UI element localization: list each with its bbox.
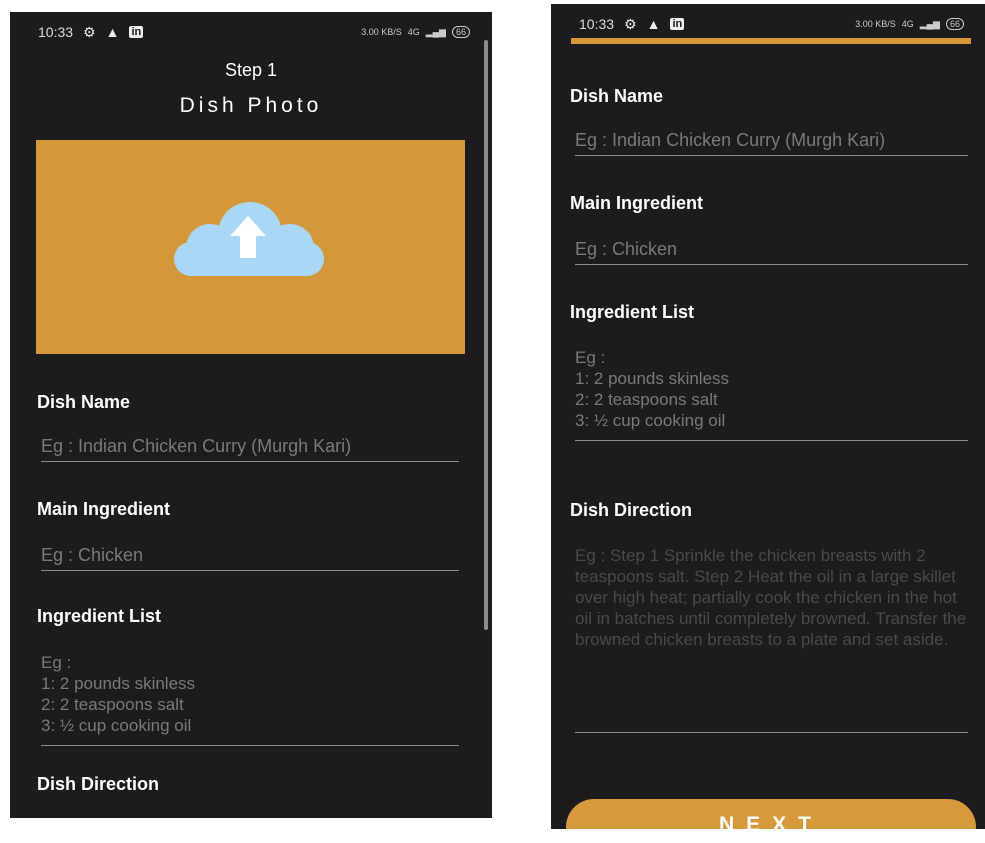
main-ingredient-input[interactable]: Eg : Chicken <box>575 239 968 265</box>
ingredient-list-input[interactable]: Eg : 1: 2 pounds skinless 2: 2 teaspoons… <box>575 347 968 441</box>
gear-icon: ⚙ <box>624 15 637 32</box>
ingredient-list-label: Ingredient List <box>37 606 162 626</box>
alert-icon: ▲ <box>105 24 120 40</box>
ingredient-list-label: Ingredient List <box>570 302 695 322</box>
scrollbar[interactable] <box>484 40 488 630</box>
next-button[interactable]: NEXT <box>566 799 976 829</box>
dish-direction-input[interactable]: Eg : Step 1 Sprinkle the chicken breasts… <box>575 545 968 733</box>
dish-name-label: Dish Name <box>37 392 131 412</box>
gear-icon: ⚙ <box>83 23 96 40</box>
dish-photo-title: Dish Photo <box>179 94 323 117</box>
battery-level: 66 <box>945 18 964 30</box>
dish-direction-label: Dish Direction <box>570 500 693 520</box>
signal-icon: ▂▄▆ <box>919 18 940 29</box>
linkedin-icon: in <box>129 26 144 38</box>
cloud-upload-icon <box>174 202 324 276</box>
linkedin-icon: in <box>670 18 685 30</box>
dish-photo-edge <box>571 38 971 44</box>
dish-name-input[interactable]: Eg : Indian Chicken Curry (Murgh Kari) <box>575 130 968 156</box>
left-screen: 10:33 ⚙ ▲ in 3.00 KB/S 4G ▂▄▆ 66 Step 1 … <box>10 12 492 818</box>
network-type: 4G <box>901 19 914 29</box>
status-time: 10:33 <box>579 16 615 32</box>
dish-photo-upload[interactable] <box>36 140 465 354</box>
network-speed: 3.00 KB/S <box>361 27 402 37</box>
main-ingredient-label: Main Ingredient <box>570 193 704 213</box>
network-type: 4G <box>407 27 420 37</box>
right-screen: 10:33 ⚙ ▲ in 3.00 KB/S 4G ▂▄▆ 66 Dish Na… <box>551 4 985 829</box>
signal-icon: ▂▄▆ <box>425 26 446 37</box>
dish-direction-label: Dish Direction <box>37 774 160 794</box>
main-ingredient-input[interactable]: Eg : Chicken <box>41 545 459 571</box>
dish-name-input[interactable]: Eg : Indian Chicken Curry (Murgh Kari) <box>41 436 459 462</box>
status-time: 10:33 <box>38 24 74 40</box>
status-bar: 10:33 ⚙ ▲ in 3.00 KB/S 4G ▂▄▆ 66 <box>10 12 492 52</box>
dish-name-label: Dish Name <box>570 86 664 106</box>
network-speed: 3.00 KB/S <box>855 19 896 29</box>
main-ingredient-label: Main Ingredient <box>37 499 171 519</box>
step-title: Step 1 <box>224 60 278 80</box>
battery-level: 66 <box>451 26 470 38</box>
ingredient-list-input[interactable]: Eg : 1: 2 pounds skinless 2: 2 teaspoons… <box>41 652 459 746</box>
alert-icon: ▲ <box>646 16 661 32</box>
